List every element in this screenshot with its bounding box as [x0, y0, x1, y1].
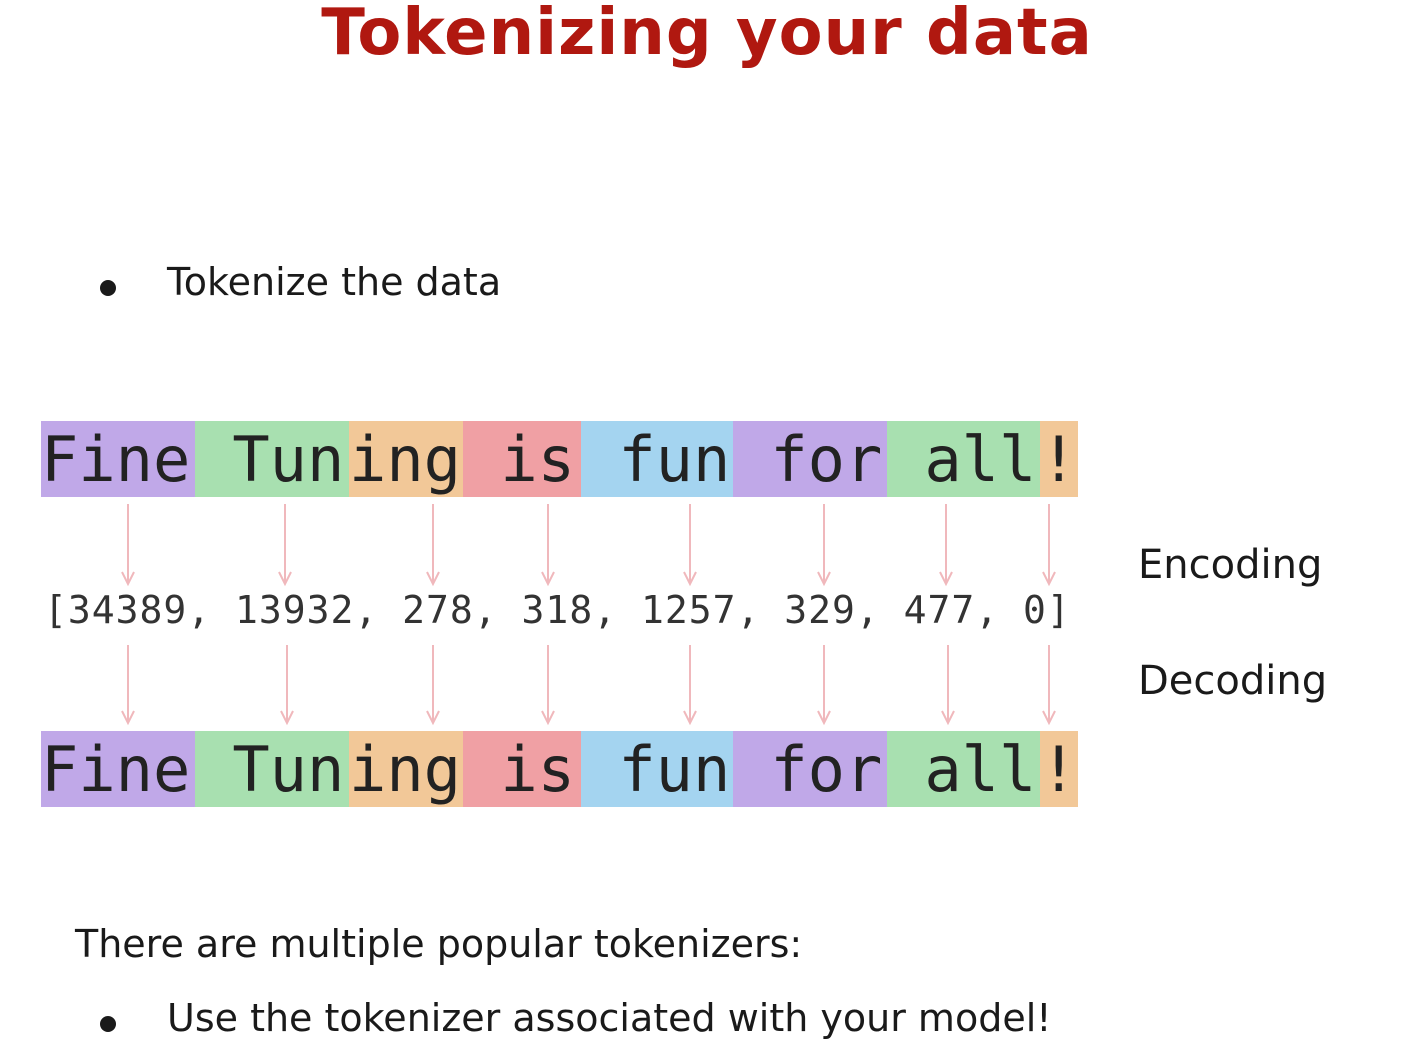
arrows-layer — [121, 504, 1056, 726]
decoding-label: Decoding — [1138, 658, 1328, 704]
bullet-dot — [100, 1016, 116, 1032]
bullet-use-tokenizer: Use the tokenizer associated with your m… — [167, 996, 1052, 1040]
tokenizers-intro: There are multiple popular tokenizers: — [75, 922, 803, 966]
encoding-label: Encoding — [1138, 542, 1323, 588]
